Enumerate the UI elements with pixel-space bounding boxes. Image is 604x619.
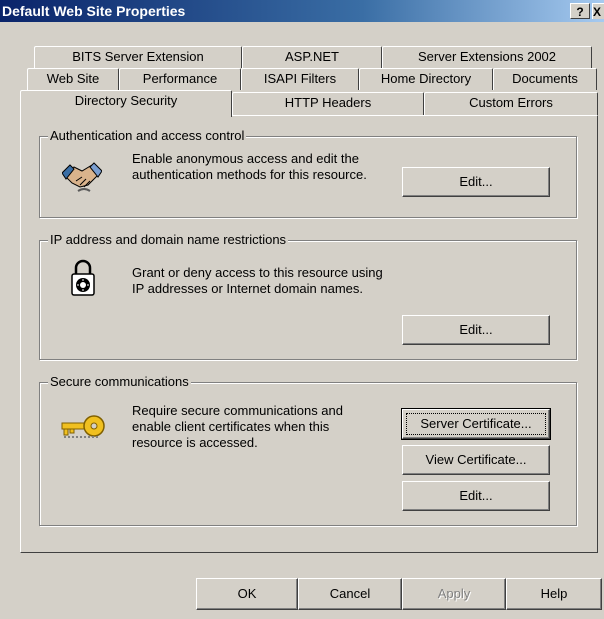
auth-group-legend: Authentication and access control	[48, 128, 247, 143]
auth-edit-button[interactable]: Edit...	[402, 167, 550, 197]
tab-server-extensions[interactable]: Server Extensions 2002	[382, 46, 592, 68]
tab-home-directory[interactable]: Home Directory	[359, 68, 493, 90]
tab-label: Web Site	[46, 71, 100, 86]
tab-panel: Authentication and access control Enable…	[20, 115, 598, 553]
tab-web-site[interactable]: Web Site	[27, 68, 119, 90]
help-label: Help	[540, 586, 568, 601]
tab-label: Home Directory	[380, 71, 472, 86]
auth-description: Enable anonymous access and edit the aut…	[132, 151, 367, 182]
tab-http-headers[interactable]: HTTP Headers	[232, 92, 424, 115]
tab-label: Directory Security	[74, 93, 178, 108]
title-bar[interactable]: Default Web Site Properties ? X	[0, 0, 604, 22]
secure-group: Secure communications Require secure com…	[39, 374, 577, 526]
handshake-icon	[62, 162, 102, 192]
help-button[interactable]: Help	[506, 578, 602, 610]
cancel-label: Cancel	[329, 586, 371, 601]
tab-label: ISAPI Filters	[263, 71, 337, 86]
tab-performance[interactable]: Performance	[119, 68, 241, 90]
tab-label: Performance	[142, 71, 218, 86]
tab-label: HTTP Headers	[284, 95, 372, 110]
secure-description: Require secure communications and enable…	[132, 403, 343, 450]
help-title-button[interactable]: ?	[570, 3, 590, 19]
close-icon: X	[593, 5, 602, 19]
tab-aspnet[interactable]: ASP.NET	[242, 46, 382, 68]
ip-edit-button[interactable]: Edit...	[402, 315, 550, 345]
key-icon	[61, 415, 105, 438]
tab-bits-server-extension[interactable]: BITS Server Extension	[34, 46, 242, 68]
close-button[interactable]: X	[592, 3, 604, 19]
secure-edit-button[interactable]: Edit...	[402, 481, 550, 511]
tab-custom-errors[interactable]: Custom Errors	[424, 92, 598, 115]
tab-label: Server Extensions 2002	[417, 49, 557, 64]
view-certificate-label: View Certificate...	[425, 452, 527, 467]
tab-label: ASP.NET	[285, 49, 339, 64]
apply-label: Apply	[437, 586, 471, 601]
properties-dialog: Default Web Site Properties ? X BITS Ser…	[0, 0, 604, 619]
tab-documents[interactable]: Documents	[493, 68, 597, 90]
ip-group: IP address and domain name restrictions …	[39, 232, 577, 360]
cancel-button[interactable]: Cancel	[298, 578, 402, 610]
server-certificate-button[interactable]: Server Certificate...	[401, 408, 551, 440]
tab-label: Documents	[512, 71, 578, 86]
padlock-icon	[71, 259, 95, 296]
secure-edit-label: Edit...	[459, 488, 493, 503]
auth-edit-label: Edit...	[459, 174, 493, 189]
ip-group-legend: IP address and domain name restrictions	[48, 232, 289, 247]
ok-label: OK	[237, 586, 257, 601]
tab-directory-security[interactable]: Directory Security	[20, 90, 232, 117]
view-certificate-button[interactable]: View Certificate...	[402, 445, 550, 475]
tab-label: BITS Server Extension	[72, 49, 204, 64]
apply-button[interactable]: Apply	[402, 578, 506, 610]
ok-button[interactable]: OK	[196, 578, 298, 610]
tab-isapi-filters[interactable]: ISAPI Filters	[241, 68, 359, 90]
server-certificate-label: Server Certificate...	[420, 416, 532, 431]
secure-group-legend: Secure communications	[48, 374, 191, 389]
window-title: Default Web Site Properties	[2, 3, 186, 19]
auth-group: Authentication and access control Enable…	[39, 128, 577, 218]
ip-edit-label: Edit...	[459, 322, 493, 337]
ip-description: Grant or deny access to this resource us…	[132, 265, 383, 296]
tab-label: Custom Errors	[469, 95, 553, 110]
